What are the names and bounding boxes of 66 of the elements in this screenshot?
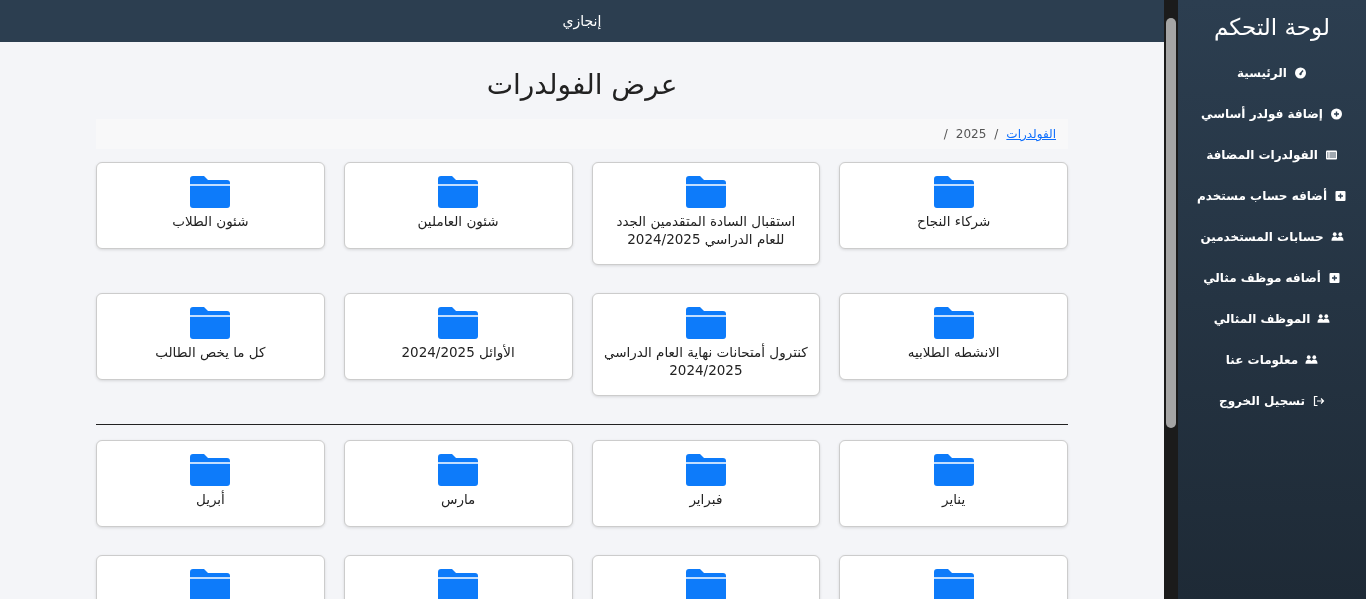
folder-icon	[190, 176, 231, 208]
logout-icon	[1312, 394, 1325, 407]
folder-icon	[933, 307, 974, 340]
folder-icon	[438, 176, 479, 208]
list-icon	[1324, 148, 1338, 161]
folder-card[interactable]: مارس	[343, 440, 573, 528]
folder-name: أبريل	[195, 491, 225, 509]
sidebar-item[interactable]: الفولدرات المضافة	[1206, 134, 1338, 175]
scrollbar[interactable]	[1164, 0, 1178, 599]
breadcrumb-item: 2025	[955, 127, 987, 141]
folder-icon	[190, 454, 231, 487]
folder-card[interactable]: أبريل	[96, 440, 325, 528]
folder-icon	[438, 454, 479, 487]
sidebar-item[interactable]: حسابات المستخدمين	[1200, 216, 1344, 257]
users-icon	[1330, 230, 1344, 243]
folder-card[interactable]: فبراير	[591, 440, 821, 528]
folder-name: شركاء النجاح	[916, 213, 991, 231]
breadcrumb-separator: /	[943, 127, 948, 141]
sidebar-item[interactable]: معلومات عنا	[1225, 339, 1319, 380]
folder-name: كنترول أمتحانات نهاية العام الدراسي 2024/2025	[603, 344, 809, 380]
sidebar-item[interactable]: إضافة فولدر أساسي	[1201, 93, 1343, 134]
folder-icon	[190, 569, 231, 599]
breadcrumb-link[interactable]: الفولدرات	[1006, 127, 1056, 141]
users-icon	[1305, 353, 1319, 366]
sidebar-item[interactable]: تسجيل الخروج	[1219, 380, 1325, 421]
folder-name: شئون الطلاب	[172, 213, 249, 231]
folder-card[interactable]: شئون العاملين	[343, 162, 573, 249]
folder-name: الأوائل 2024/2025	[401, 344, 515, 362]
plus-circle-icon	[1329, 107, 1343, 120]
folder-icon	[438, 307, 479, 340]
folder-icon	[438, 569, 479, 599]
folder-card[interactable]: كنترول أمتحانات نهاية العام الدراسي 2024/2025	[591, 293, 821, 397]
plus-square-icon	[1327, 271, 1341, 284]
sidebar-item[interactable]: الرئيسية	[1237, 52, 1307, 93]
folder-name: كل ما يخص الطالب	[155, 344, 266, 362]
plus-square-icon	[1334, 189, 1348, 202]
sidebar-title: لوحة التحكم	[1214, 14, 1330, 40]
folder-card[interactable]: شئون الطلاب	[96, 162, 325, 249]
sidebar-item[interactable]: الموظف المثالي	[1213, 298, 1331, 339]
folder-name: استقبال السادة المتقدمين الجدد للعام الدراسي 2024/2025	[615, 213, 797, 249]
folder-card[interactable]: الانشطه الطلابيه	[839, 293, 1068, 381]
gauge-icon	[1293, 66, 1307, 79]
folder-name: شئون العاملين	[417, 213, 499, 231]
folder-card[interactable]: استقبال السادة المتقدمين الجدد للعام الدراسي 2024/2025	[591, 162, 821, 266]
folder-icon	[190, 307, 231, 340]
folder-icon	[685, 454, 726, 487]
folder-card[interactable]: شركاء النجاح	[839, 162, 1068, 249]
folder-icon	[685, 307, 726, 340]
folder-icon	[933, 176, 974, 208]
breadcrumb-separator: /	[994, 127, 999, 141]
folder-card[interactable]: يناير	[839, 440, 1068, 528]
folder-name: الانشطه الطلابيه	[907, 344, 1000, 362]
sidebar-item[interactable]: أضافه حساب مستخدم	[1197, 175, 1348, 216]
folder-card[interactable]: الأوائل 2024/2025	[343, 293, 573, 381]
app-title: إنجازي	[562, 13, 602, 29]
folder-icon	[685, 569, 726, 599]
folder-card[interactable]: كل ما يخص الطالب	[96, 293, 325, 381]
folder-name: مارس	[440, 491, 476, 509]
folder-icon	[933, 569, 974, 599]
folder-icon	[933, 454, 974, 487]
page-title: عرض الفولدرات	[485, 68, 679, 101]
folder-icon	[685, 176, 726, 208]
users-icon	[1317, 312, 1331, 325]
folder-name: يناير	[942, 491, 966, 509]
sidebar-item[interactable]: أضافه موظف مثالي	[1203, 257, 1341, 298]
folder-name: فبراير	[689, 491, 723, 509]
